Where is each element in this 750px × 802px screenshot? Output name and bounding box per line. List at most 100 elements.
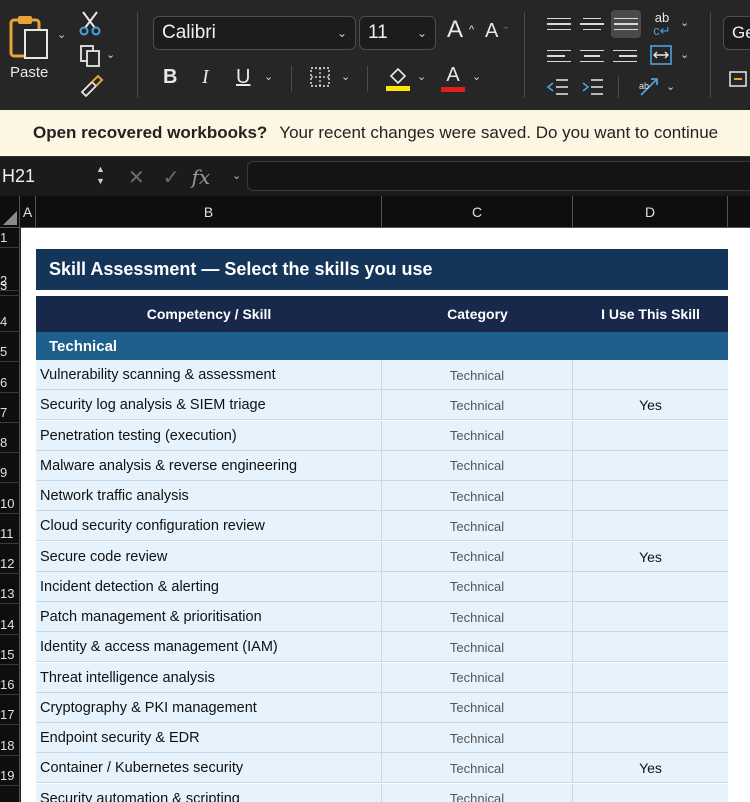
skill-cell[interactable]: Malware analysis & reverse engineering	[36, 450, 382, 481]
use-cell[interactable]	[573, 784, 728, 802]
scissors-icon[interactable]	[78, 10, 102, 36]
category-cell[interactable]: Technical	[382, 571, 573, 602]
formula-input[interactable]	[247, 161, 750, 191]
underline-button[interactable]: U	[236, 66, 250, 89]
align-bottom-icon[interactable]	[611, 10, 641, 38]
category-cell[interactable]: Technical	[382, 692, 573, 723]
skill-cell[interactable]: Cryptography & PKI management	[36, 692, 382, 723]
header-use[interactable]: I Use This Skill	[573, 296, 728, 332]
bold-button[interactable]: B	[163, 66, 177, 89]
use-cell[interactable]: Yes	[573, 390, 728, 420]
row-header[interactable]: 5	[0, 332, 20, 363]
paste-options-chevron-icon[interactable]: ⌄	[57, 28, 66, 41]
align-left-icon[interactable]	[547, 44, 571, 68]
row-header[interactable]: 7	[0, 393, 20, 423]
copy-options-chevron-icon[interactable]: ⌄	[106, 48, 115, 61]
row-header[interactable]: 19	[0, 756, 20, 786]
skill-cell[interactable]: Endpoint security & EDR	[36, 723, 382, 753]
name-box[interactable]: H21	[0, 157, 110, 195]
row-header[interactable]: 8	[0, 423, 20, 453]
row-header[interactable]: 6	[0, 362, 20, 393]
skill-cell[interactable]: Security automation & scripting	[36, 783, 382, 802]
header-skill[interactable]: Competency / Skill	[36, 296, 382, 332]
insert-function-icon[interactable]: fx	[192, 165, 211, 189]
column-header-a[interactable]: A	[20, 196, 36, 227]
row-header[interactable]: 10	[0, 483, 20, 514]
skill-cell[interactable]: Vulnerability scanning & assessment	[36, 360, 382, 390]
row-header[interactable]: 12	[0, 544, 20, 574]
borders-chevron-icon[interactable]: ⌄	[341, 70, 350, 83]
italic-button[interactable]: I	[202, 66, 209, 89]
fill-color-chevron-icon[interactable]: ⌄	[417, 70, 426, 83]
use-cell[interactable]	[573, 693, 728, 723]
row-header[interactable]: 13	[0, 574, 20, 605]
font-name-select[interactable]: Calibri ⌄	[153, 16, 356, 50]
format-painter-icon[interactable]	[78, 74, 104, 98]
wrap-text-chevron-icon[interactable]: ⌄	[680, 16, 689, 29]
enter-icon[interactable]: ✓	[163, 165, 180, 190]
fill-color-icon[interactable]	[385, 64, 411, 92]
category-cell[interactable]: Technical	[382, 420, 573, 451]
use-cell[interactable]	[573, 632, 728, 662]
category-cell[interactable]: Technical	[382, 360, 573, 390]
skill-cell[interactable]: Security log analysis & SIEM triage	[36, 390, 382, 421]
insert-function-chevron-icon[interactable]: ⌄	[232, 169, 241, 182]
skill-cell[interactable]: Secure code review	[36, 541, 382, 572]
cancel-icon[interactable]: ✕	[128, 165, 145, 190]
copy-icon[interactable]	[78, 43, 102, 69]
font-size-select[interactable]: 11 ⌄	[359, 16, 436, 50]
use-cell[interactable]	[573, 481, 728, 511]
skill-cell[interactable]: Container / Kubernetes security	[36, 753, 382, 784]
decrease-indent-icon[interactable]	[545, 76, 571, 98]
merge-icon[interactable]	[648, 42, 674, 68]
column-header-c[interactable]: C	[382, 196, 573, 227]
merge-chevron-icon[interactable]: ⌄	[680, 48, 689, 61]
name-box-stepper-icon[interactable]: ▲ ▼	[96, 163, 105, 187]
skill-cell[interactable]: Incident detection & alerting	[36, 571, 382, 602]
align-middle-icon[interactable]	[580, 12, 604, 36]
section-technical[interactable]: Technical	[36, 332, 728, 360]
grow-font-button[interactable]: A ^	[447, 16, 474, 44]
skill-cell[interactable]: Identity & access management (IAM)	[36, 632, 382, 663]
skill-cell[interactable]: Threat intelligence analysis	[36, 662, 382, 693]
skill-cell[interactable]: Network traffic analysis	[36, 481, 382, 511]
row-header[interactable]: 16	[0, 665, 20, 695]
category-cell[interactable]: Technical	[382, 602, 573, 632]
skill-cell[interactable]: Penetration testing (execution)	[36, 420, 382, 451]
underline-options-chevron-icon[interactable]: ⌄	[264, 70, 273, 83]
header-category[interactable]: Category	[382, 296, 573, 332]
category-cell[interactable]: Technical	[382, 450, 573, 481]
number-format-select[interactable]: Ge	[723, 16, 750, 50]
category-cell[interactable]: Technical	[382, 662, 573, 693]
use-cell[interactable]	[573, 663, 728, 693]
row-header[interactable]: 17	[0, 695, 20, 726]
font-color-icon[interactable]: A	[440, 64, 466, 92]
category-cell[interactable]: Technical	[382, 511, 573, 542]
skill-cell[interactable]: Patch management & prioritisation	[36, 602, 382, 632]
category-cell[interactable]: Technical	[382, 783, 573, 802]
align-center-icon[interactable]	[580, 44, 604, 68]
cell-styles-icon[interactable]	[728, 68, 750, 90]
font-color-chevron-icon[interactable]: ⌄	[472, 70, 481, 83]
use-cell[interactable]	[573, 602, 728, 632]
sheet-grid[interactable]: Skill Assessment — Select the skills you…	[21, 228, 750, 802]
column-header-d[interactable]: D	[573, 196, 728, 227]
row-header[interactable]: 15	[0, 635, 20, 665]
select-all-corner[interactable]	[0, 196, 20, 227]
category-cell[interactable]: Technical	[382, 390, 573, 421]
column-header-b[interactable]: B	[36, 196, 382, 227]
use-cell[interactable]	[573, 572, 728, 602]
use-cell[interactable]: Yes	[573, 753, 728, 783]
increase-indent-icon[interactable]	[580, 76, 606, 98]
category-cell[interactable]: Technical	[382, 541, 573, 572]
row-header[interactable]: 4	[0, 296, 20, 332]
row-header[interactable]: 9	[0, 453, 20, 484]
row-header[interactable]: 11	[0, 514, 20, 544]
row-header[interactable]: 14	[0, 604, 20, 635]
paste-label[interactable]: Paste	[10, 64, 62, 81]
category-cell[interactable]: Technical	[382, 481, 573, 511]
align-right-icon[interactable]	[613, 44, 637, 68]
align-top-icon[interactable]	[547, 12, 571, 36]
skill-cell[interactable]: Cloud security configuration review	[36, 511, 382, 542]
use-cell[interactable]	[573, 421, 728, 451]
